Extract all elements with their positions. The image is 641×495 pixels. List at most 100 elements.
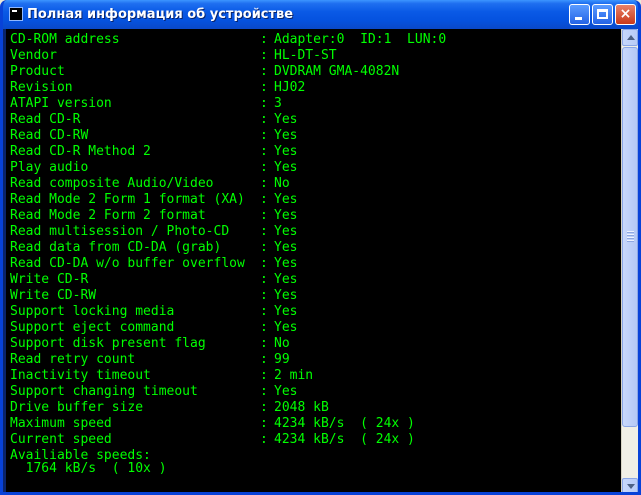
property-name: Read retry count <box>10 352 136 367</box>
property-name: Read composite Audio/Video <box>10 176 214 191</box>
grip-icon <box>627 240 634 242</box>
property-value: No <box>274 336 290 351</box>
property-value: 4234 kB/s ( 24x ) <box>274 416 415 431</box>
property-value: Yes <box>274 272 298 287</box>
property-value: HL-DT-ST <box>274 48 337 63</box>
scroll-up-button[interactable] <box>622 29 638 46</box>
property-name: Read Mode 2 Form 1 format (XA) <box>10 192 245 207</box>
property-name: Play audio <box>10 160 89 175</box>
separator: : <box>260 224 268 239</box>
property-name: ATAPI version <box>10 96 112 111</box>
separator: : <box>260 112 268 127</box>
separator: : <box>260 384 268 399</box>
property-name: Product <box>10 64 65 79</box>
console-line: Support eject command: Yes <box>10 320 297 336</box>
separator: : <box>260 144 268 159</box>
separator: : <box>260 176 268 191</box>
console-line: Write CD-R: Yes <box>10 272 297 288</box>
console-line: Vendor: HL-DT-ST <box>10 48 337 64</box>
maximize-button[interactable] <box>592 4 613 25</box>
property-name: CD-ROM address <box>10 32 120 47</box>
separator: : <box>260 400 268 415</box>
console-line: Read Mode 2 Form 1 format (XA): Yes <box>10 192 297 208</box>
separator: : <box>260 336 268 351</box>
property-value: Yes <box>274 304 298 319</box>
separator: : <box>260 304 268 319</box>
console-line: Play audio: Yes <box>10 160 297 176</box>
scroll-down-button[interactable] <box>622 478 638 492</box>
separator: : <box>260 352 268 367</box>
property-value: Yes <box>274 256 298 271</box>
property-name: Write CD-RW <box>10 288 97 303</box>
grip-icon <box>627 231 634 233</box>
console-line: Read CD-RW: Yes <box>10 128 297 144</box>
property-value: Yes <box>274 144 298 159</box>
property-value: HJ02 <box>274 80 306 95</box>
maximize-icon <box>597 9 608 19</box>
separator: : <box>260 240 268 255</box>
speed-entry-partial: 1764 kB/s ( 10x ) <box>10 461 167 476</box>
separator: : <box>260 32 268 47</box>
separator: : <box>260 320 268 335</box>
property-name: Revision <box>10 80 73 95</box>
property-name: Inactivity timeout <box>10 368 151 383</box>
console-app-icon <box>9 7 23 21</box>
console-line: Revision: HJ02 <box>10 80 305 96</box>
console-line: CD-ROM address: Adapter:0 ID:1 LUN:0 <box>10 32 446 48</box>
property-value: Yes <box>274 288 298 303</box>
property-name: Vendor <box>10 48 57 63</box>
property-name: Read CD-RW <box>10 128 89 143</box>
grip-icon <box>627 234 634 236</box>
property-name: Drive buffer size <box>10 400 144 415</box>
property-name: Read data from CD-DA (grab) <box>10 240 222 255</box>
property-name: Support disk present flag <box>10 336 206 351</box>
property-value: Yes <box>274 320 298 335</box>
scroll-thumb[interactable] <box>622 47 638 427</box>
console-line: Read Mode 2 Form 2 format: Yes <box>10 208 297 224</box>
console-line: ATAPI version:3 <box>10 96 282 112</box>
console-line: Read multisession / Photo-CD: Yes <box>10 224 297 240</box>
separator: : <box>260 160 268 175</box>
device-info-window: Полная информация об устройстве × CD-ROM… <box>0 0 641 495</box>
property-name: Support eject command <box>10 320 175 335</box>
separator: : <box>260 64 268 79</box>
property-name: Write CD-R <box>10 272 89 287</box>
title-bar[interactable]: Полная информация об устройстве × <box>3 0 638 29</box>
console-line: Support disk present flag: No <box>10 336 290 352</box>
console-line: Read CD-R: Yes <box>10 112 297 128</box>
console-line: Read composite Audio/Video: No <box>10 176 290 192</box>
console-line: Read CD-DA w/o buffer overflow: Yes <box>10 256 297 272</box>
property-value: Yes <box>274 160 298 175</box>
property-name: Support changing timeout <box>10 384 198 399</box>
console-line: Drive buffer size:2048 kB <box>10 400 329 416</box>
separator: : <box>260 416 268 431</box>
console-line: Inactivity timeout:2 min <box>10 368 313 384</box>
console-line: Support changing timeout: Yes <box>10 384 297 400</box>
property-name: Current speed <box>10 432 112 447</box>
separator: : <box>260 288 268 303</box>
separator: : <box>260 128 268 143</box>
console-line: Write CD-RW: Yes <box>10 288 297 304</box>
console-line: Product: DVDRAM GMA-4082N <box>10 64 399 80</box>
close-button[interactable]: × <box>615 4 636 25</box>
separator: : <box>260 80 268 95</box>
window-title: Полная информация об устройстве <box>27 7 294 22</box>
console-output[interactable]: CD-ROM address: Adapter:0 ID:1 LUN:0 Vendo… <box>6 29 621 492</box>
separator: : <box>260 256 268 271</box>
property-value: 4234 kB/s ( 24x ) <box>274 432 415 447</box>
property-value: Yes <box>274 192 298 207</box>
separator: : <box>260 208 268 223</box>
property-value: Yes <box>274 384 298 399</box>
console-line: Read retry count:99 <box>10 352 290 368</box>
property-name: Read CD-R Method 2 <box>10 144 151 159</box>
property-value: DVDRAM GMA-4082N <box>274 64 400 79</box>
minimize-icon <box>575 17 582 20</box>
separator: : <box>260 272 268 287</box>
property-value: 3 <box>274 96 282 111</box>
console-line: Current speed:4234 kB/s ( 24x ) <box>10 432 415 448</box>
close-icon: × <box>619 6 632 22</box>
minimize-button[interactable] <box>569 4 590 25</box>
property-value: Adapter:0 ID:1 LUN:0 <box>274 32 447 47</box>
vertical-scrollbar[interactable] <box>621 29 638 492</box>
property-name: Maximum speed <box>10 416 112 431</box>
